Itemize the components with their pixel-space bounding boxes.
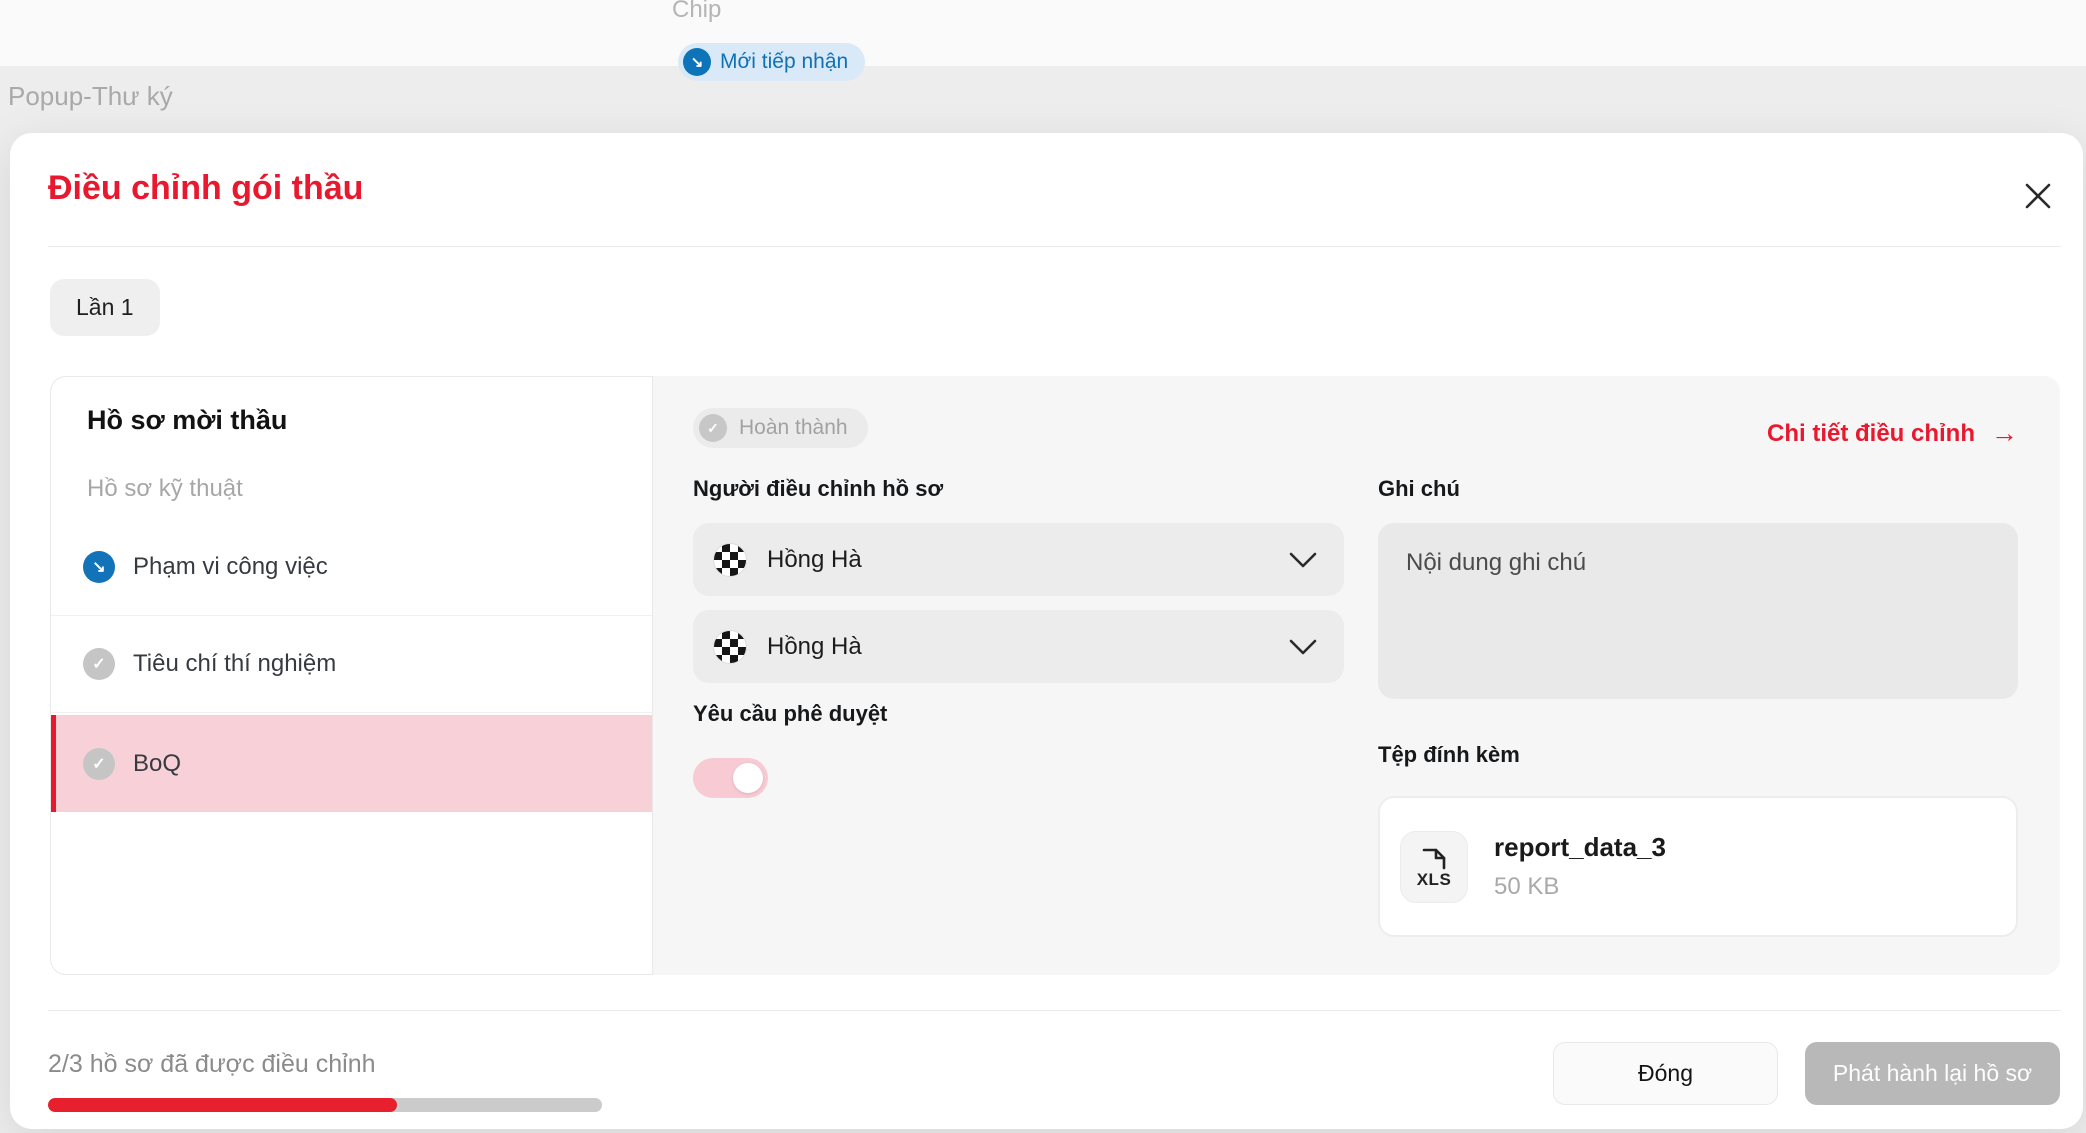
adjuster-select-2[interactable]: Hồng Hà bbox=[693, 610, 1344, 683]
chevron-down-icon bbox=[1288, 638, 1318, 656]
footer-divider bbox=[48, 1010, 2061, 1011]
adjuster-select-1[interactable]: Hồng Hà bbox=[693, 523, 1344, 596]
republish-button[interactable]: Phát hành lại hồ sơ bbox=[1805, 1042, 2060, 1105]
list-item-label: Tiêu chí thí nghiệm bbox=[133, 650, 336, 678]
detail-link-label: Chi tiết điều chỉnh bbox=[1767, 420, 1975, 448]
file-meta: report_data_3 50 KB bbox=[1494, 832, 1666, 901]
list-item-pham-vi-cong-viec[interactable]: ↘ Phạm vi công việc bbox=[51, 519, 652, 616]
xls-file-icon: XLS bbox=[1400, 831, 1468, 903]
file-type-label: XLS bbox=[1417, 870, 1452, 890]
file-size: 50 KB bbox=[1494, 873, 1666, 901]
detail-adjustment-link[interactable]: Chi tiết điều chỉnh → bbox=[1767, 418, 2018, 449]
arrow-down-right-icon: ↘ bbox=[83, 551, 115, 583]
note-input[interactable] bbox=[1378, 523, 2018, 699]
chevron-down-icon bbox=[1288, 551, 1318, 569]
check-circle-icon: ✓ bbox=[83, 648, 115, 680]
chip-badge-label: Mới tiếp nhận bbox=[720, 50, 848, 74]
round-chip-lan-1[interactable]: Lần 1 bbox=[50, 279, 160, 336]
avatar bbox=[713, 543, 747, 577]
document-detail-panel: ✓ Hoàn thành Chi tiết điều chỉnh → Người… bbox=[653, 376, 2060, 975]
adjust-bid-package-modal: Điều chỉnh gói thầu Lần 1 Hồ sơ mời thầu… bbox=[10, 133, 2083, 1129]
status-chip-moi-tiep-nhan[interactable]: ↘ Mới tiếp nhận bbox=[678, 43, 865, 81]
attachment-label: Tệp đính kèm bbox=[1378, 742, 1520, 768]
document-list: ↘ Phạm vi công việc ✓ Tiêu chí thí nghiệ… bbox=[51, 519, 652, 812]
progress-bar-fill bbox=[48, 1098, 397, 1112]
approval-label: Yêu cầu phê duyệt bbox=[693, 701, 887, 727]
arrow-right-icon: → bbox=[1991, 418, 2018, 449]
document-list-subtitle: Hồ sơ kỹ thuật bbox=[87, 475, 243, 503]
close-button[interactable]: Đóng bbox=[1553, 1042, 1778, 1105]
status-badge-hoan-thanh: ✓ Hoàn thành bbox=[693, 408, 868, 448]
avatar bbox=[713, 630, 747, 664]
list-item-boq-selected[interactable]: ✓ BoQ bbox=[51, 715, 652, 812]
approval-toggle[interactable] bbox=[693, 758, 768, 798]
list-item-label: Phạm vi công việc bbox=[133, 553, 328, 581]
file-name: report_data_3 bbox=[1494, 832, 1666, 863]
adjuster-name: Hồng Hà bbox=[767, 633, 1268, 661]
check-circle-icon: ✓ bbox=[83, 748, 115, 780]
attachment-card[interactable]: XLS report_data_3 50 KB bbox=[1378, 796, 2018, 937]
status-badge-label: Hoàn thành bbox=[739, 416, 848, 440]
arrow-down-right-icon: ↘ bbox=[683, 48, 711, 76]
list-item-label: BoQ bbox=[133, 750, 181, 778]
page-top-strip bbox=[0, 0, 2086, 66]
check-circle-icon: ✓ bbox=[699, 414, 727, 442]
progress-text: 2/3 hồ sơ đã được điều chỉnh bbox=[48, 1050, 376, 1079]
toggle-knob bbox=[733, 763, 763, 793]
note-label: Ghi chú bbox=[1378, 476, 1460, 502]
screen: Chip ↘ Mới tiếp nhận Popup-Thư ký Điều c… bbox=[0, 0, 2086, 1133]
document-list-title: Hồ sơ mời thầu bbox=[87, 405, 287, 436]
chip-section-label: Chip bbox=[672, 0, 721, 24]
close-icon[interactable] bbox=[2021, 179, 2055, 213]
document-list-panel: Hồ sơ mời thầu Hồ sơ kỹ thuật ↘ Phạm vi … bbox=[50, 376, 653, 975]
list-item-tieu-chi-thi-nghiem[interactable]: ✓ Tiêu chí thí nghiệm bbox=[51, 616, 652, 713]
header-divider bbox=[48, 246, 2061, 247]
adjuster-name: Hồng Hà bbox=[767, 546, 1268, 574]
adjuster-label: Người điều chỉnh hồ sơ bbox=[693, 476, 943, 502]
progress-bar bbox=[48, 1098, 602, 1112]
modal-title: Điều chỉnh gói thầu bbox=[48, 169, 363, 208]
popup-section-label: Popup-Thư ký bbox=[8, 81, 173, 112]
